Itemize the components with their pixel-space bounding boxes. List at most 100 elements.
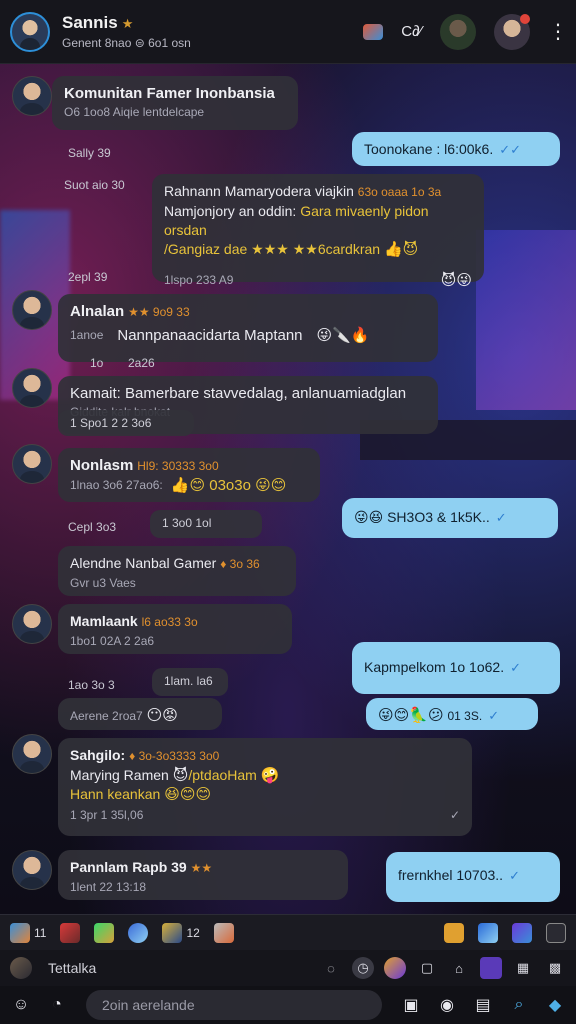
message-meta: O6 1oo8 Aiqie lentdelcape [64, 105, 205, 119]
sender-tag: ♦ 3o-3o3333 3o0 [129, 749, 220, 763]
message-line: Hann keankan 😆😊😊 [70, 786, 212, 803]
refresh-icon[interactable]: ◌ [320, 957, 342, 979]
chat-subtitle: Genent 8nao ⊜ 6o1 osn [62, 36, 191, 50]
message-text: 😜😆 SH3O3 & 1k5K.. [354, 509, 490, 525]
timestamp: 2a26 [128, 356, 155, 370]
chat-header: Sannis ★ Genent 8nao ⊜ 6o1 osn C∂⁄ ⋮ [0, 0, 576, 64]
timestamp: 1o [90, 356, 104, 370]
sticker-7[interactable] [444, 922, 464, 943]
avatar[interactable] [12, 604, 52, 644]
timer-icon[interactable]: ◔ [44, 992, 70, 1018]
message-text: Kamait: Bamerbare stavvedalag, anlanuami… [70, 385, 407, 402]
user-avatar-icon[interactable] [10, 957, 32, 979]
sticker-8[interactable] [478, 922, 498, 943]
status-chip: 1lam. la6 [152, 668, 228, 696]
star-icon: ★ [121, 16, 134, 31]
apps-icon[interactable]: ▩ [544, 957, 566, 979]
emoji-icon[interactable]: ☺ [8, 992, 34, 1018]
avatar[interactable] [12, 850, 52, 890]
avatar[interactable] [12, 734, 52, 774]
shield-icon[interactable] [480, 957, 502, 979]
sender-name: Komunitan Famer Inonbansia [64, 85, 275, 102]
camera-icon[interactable]: ◉ [434, 992, 460, 1018]
member-avatar-1[interactable] [440, 13, 476, 50]
member-avatar-2[interactable] [494, 13, 530, 50]
sticker-5[interactable]: 12 [162, 922, 200, 943]
message-line: /Gangiaz dae ★★★ ★★6cardkran 👍😈 [164, 241, 419, 258]
message-text: Toonokane : l6:00k6. [364, 141, 494, 157]
attach-icon[interactable]: ▣ [398, 992, 424, 1018]
clock-icon[interactable]: ◷ [352, 957, 374, 979]
message-time-chip: 1 Spo1 2 2 3o6 [58, 410, 194, 436]
message-footer: 1lspo 233 A9 😈😜 [164, 271, 472, 290]
avatar[interactable] [12, 290, 52, 330]
message-bubble-outgoing[interactable]: frernkhel 10703.. ✓ [386, 852, 560, 902]
gift-icon[interactable]: ⌂ [448, 957, 470, 979]
message-bubble-incoming[interactable]: Komunitan Famer Inonbansia O6 1oo8 Aiqie… [52, 76, 298, 130]
sticker-thumb-icon [546, 922, 566, 943]
reaction-emojis[interactable]: 😈😜 [441, 271, 472, 290]
message-emojis: 😜😊🦜😕 [378, 707, 444, 724]
cube-icon[interactable]: ◆ [542, 992, 568, 1018]
message-bubble-incoming[interactable]: Sahgilo: ♦ 3o-3o3333 3o0 Marying Ramen 😈… [58, 738, 472, 836]
sticker-thumb-icon [213, 922, 234, 943]
avatar[interactable] [12, 76, 52, 116]
message-bubble-incoming[interactable]: Rahnann Mamaryodera viajkin 63o oaaa 1o … [152, 174, 484, 289]
sender-tag: l6 ao33 3o [141, 615, 198, 629]
message-body: 1lnao 3o6 27ao6: 👍😊 03o3o 😜😊 [70, 477, 287, 494]
message-bubble-incoming[interactable]: Mamlaank l6 ao33 3o 1bo1 02A 2 2a6 [58, 604, 292, 654]
game-card-icon[interactable] [363, 23, 384, 40]
message-meta: 1lent 22 13:18 [70, 880, 147, 894]
message-bubble-outgoing[interactable]: 😜😊🦜😕 01 3S. ✓ [366, 698, 538, 730]
sticker-thumb-icon [128, 922, 149, 943]
gallery-icon[interactable]: ▤ [470, 992, 496, 1018]
sticker-10[interactable] [546, 922, 566, 943]
search-icon[interactable]: ⌕ [506, 992, 532, 1018]
message-body: 1anoe Nannpanaacidarta Maptann 😜🔪🔥 [70, 327, 370, 344]
composer-row: Tettalka ◌ ◷ ▢ ⌂ ▦ ▩ [0, 950, 576, 986]
message-line: Marying Ramen 😈/ptdaoHam 🤪 [70, 767, 280, 784]
status-chip: 1 3o0 1ol [150, 510, 262, 538]
call-button[interactable]: C∂⁄ [401, 21, 422, 43]
message-bubble-incoming[interactable]: Alendne Nanbal Gamer ♦ 3o 36 Gvr u3 Vaes [58, 546, 296, 596]
read-check-icon: ✓✓ [499, 142, 522, 157]
sender-tag: ♦ 3o 36 [220, 557, 260, 571]
read-check-icon: ✓ [509, 868, 520, 883]
avatar[interactable] [12, 444, 52, 484]
sender-name: Alendne Nanbal Gamer [70, 555, 217, 571]
message-bubble-incoming[interactable]: Alnalan ★★ 9o9 33 1anoe Nannpanaacidarta… [58, 294, 438, 362]
group-avatar[interactable] [10, 11, 50, 52]
sticker-icon[interactable]: ▦ [512, 957, 534, 979]
sticker-1[interactable]: 11 [10, 922, 46, 943]
message-text: 01 3S. [447, 709, 483, 723]
timestamp: Sally 39 [68, 146, 111, 160]
sticker-6[interactable] [213, 922, 234, 943]
message-bubble-incoming[interactable]: Aerene 2roa7 😶😡 [58, 698, 222, 730]
composer-label[interactable]: Tettalka [48, 960, 310, 976]
more-menu-icon[interactable]: ⋮ [548, 19, 568, 44]
message-emojis: 😜🔪🔥 [316, 327, 370, 344]
avatar[interactable] [12, 368, 52, 408]
sticker-thumb-icon [512, 922, 532, 943]
sticker-4[interactable] [128, 922, 149, 943]
game-icon[interactable] [384, 957, 406, 979]
message-text: Kapmpelkom 1o 1o62. [364, 659, 505, 675]
sticker-9[interactable] [512, 922, 532, 943]
message-list[interactable]: Komunitan Famer Inonbansia O6 1oo8 Aiqie… [0, 64, 576, 914]
image-icon[interactable]: ▢ [416, 957, 438, 979]
sticker-3[interactable] [94, 922, 115, 943]
message-bubble-outgoing[interactable]: Toonokane : l6:00k6. ✓✓ [352, 132, 560, 166]
bottom-nav: ☺ ◔ 2oin aerelande ▣ ◉ ▤ ⌕ ◆ [0, 986, 576, 1024]
read-check-icon: ✓ [510, 660, 521, 675]
message-meta: Gvr u3 Vaes [70, 576, 136, 590]
message-bubble-outgoing[interactable]: 😜😆 SH3O3 & 1k5K.. ✓ [342, 498, 558, 538]
message-text: frernkhel 10703.. [398, 867, 504, 883]
message-bubble-incoming[interactable]: Nonlasm Hl9: 30333 3o0 1lnao 3o6 27ao6: … [58, 448, 320, 502]
message-bubble-incoming[interactable]: Pannlam Rapb 39 ★★ 1lent 22 13:18 [58, 850, 348, 900]
message-text: Aerene 2roa7 [70, 709, 143, 723]
chat-title-block[interactable]: Sannis ★ Genent 8nao ⊜ 6o1 osn [62, 13, 363, 50]
message-bubble-outgoing[interactable]: Kapmpelkom 1o 1o62. ✓ [352, 642, 560, 694]
sticker-2[interactable] [60, 922, 81, 943]
message-input[interactable]: 2oin aerelande [86, 990, 382, 1020]
read-check-icon: ✓ [495, 510, 507, 525]
